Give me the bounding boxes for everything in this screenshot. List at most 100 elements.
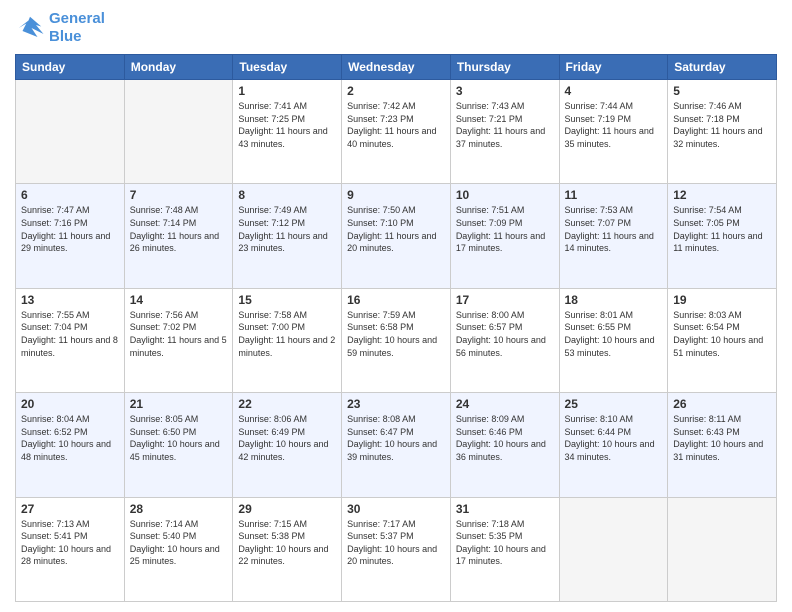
day-number: 16 <box>347 293 445 307</box>
day-number: 20 <box>21 397 119 411</box>
calendar-cell <box>124 80 233 184</box>
calendar-cell: 23Sunrise: 8:08 AM Sunset: 6:47 PM Dayli… <box>342 393 451 497</box>
day-number: 12 <box>673 188 771 202</box>
calendar-week-row: 20 Sunrise: 8:04 AM Sunset: 6:52 PM Dayli… <box>16 393 777 497</box>
day-number: 3 <box>456 84 554 98</box>
day-info: Sunrise: 7:49 AM Sunset: 7:12 PM Dayligh… <box>238 204 336 254</box>
calendar-cell: 2Sunrise: 7:42 AM Sunset: 7:23 PM Daylig… <box>342 80 451 184</box>
day-number: 25 <box>565 397 663 411</box>
calendar-cell: 1 Sunrise: 7:41 AM Sunset: 7:25 PM Daylig… <box>233 80 342 184</box>
day-info: Sunrise: 7:53 AM Sunset: 7:07 PM Dayligh… <box>565 204 663 254</box>
page: General Blue SundayMondayTuesdayWednesda… <box>0 0 792 612</box>
day-number: 22 <box>238 397 336 411</box>
calendar-cell: 11 Sunrise: 7:53 AM Sunset: 7:07 PM Dayli… <box>559 184 668 288</box>
day-info: Sunrise: 7:15 AM Sunset: 5:38 PM Dayligh… <box>238 518 336 568</box>
day-number: 5 <box>673 84 771 98</box>
day-info: Sunrise: 7:13 AM Sunset: 5:41 PM Dayligh… <box>21 518 119 568</box>
calendar-cell: 15 Sunrise: 7:58 AM Sunset: 7:00 PM Dayli… <box>233 288 342 392</box>
day-info: Sunrise: 7:51 AM Sunset: 7:09 PM Dayligh… <box>456 204 554 254</box>
calendar-cell: 3 Sunrise: 7:43 AM Sunset: 7:21 PM Daylig… <box>450 80 559 184</box>
calendar-cell <box>16 80 125 184</box>
calendar-cell: 25Sunrise: 8:10 AM Sunset: 6:44 PM Dayli… <box>559 393 668 497</box>
day-info: Sunrise: 8:01 AM Sunset: 6:55 PM Dayligh… <box>565 309 663 359</box>
calendar-cell: 22 Sunrise: 8:06 AM Sunset: 6:49 PM Dayli… <box>233 393 342 497</box>
day-info: Sunrise: 8:09 AM Sunset: 6:46 PM Dayligh… <box>456 413 554 463</box>
day-info: Sunrise: 7:58 AM Sunset: 7:00 PM Dayligh… <box>238 309 336 359</box>
day-number: 21 <box>130 397 228 411</box>
calendar-cell: 24 Sunrise: 8:09 AM Sunset: 6:46 PM Dayli… <box>450 393 559 497</box>
logo: General Blue <box>15 10 105 46</box>
day-number: 6 <box>21 188 119 202</box>
weekday-header: Tuesday <box>233 55 342 80</box>
calendar-cell: 18 Sunrise: 8:01 AM Sunset: 6:55 PM Dayli… <box>559 288 668 392</box>
day-info: Sunrise: 8:04 AM Sunset: 6:52 PM Dayligh… <box>21 413 119 463</box>
day-number: 11 <box>565 188 663 202</box>
day-info: Sunrise: 8:05 AM Sunset: 6:50 PM Dayligh… <box>130 413 228 463</box>
calendar-cell: 13 Sunrise: 7:55 AM Sunset: 7:04 PM Dayli… <box>16 288 125 392</box>
calendar-cell: 19Sunrise: 8:03 AM Sunset: 6:54 PM Dayli… <box>668 288 777 392</box>
day-info: Sunrise: 7:41 AM Sunset: 7:25 PM Dayligh… <box>238 100 336 150</box>
logo-text: General <box>49 10 105 28</box>
day-number: 15 <box>238 293 336 307</box>
calendar-week-row: 27 Sunrise: 7:13 AM Sunset: 5:41 PM Dayli… <box>16 497 777 601</box>
day-number: 7 <box>130 188 228 202</box>
day-number: 31 <box>456 502 554 516</box>
day-info: Sunrise: 7:54 AM Sunset: 7:05 PM Dayligh… <box>673 204 771 254</box>
calendar-cell: 6Sunrise: 7:47 AM Sunset: 7:16 PM Daylig… <box>16 184 125 288</box>
day-number: 13 <box>21 293 119 307</box>
weekday-header: Friday <box>559 55 668 80</box>
day-number: 30 <box>347 502 445 516</box>
weekday-header: Monday <box>124 55 233 80</box>
calendar-cell: 9 Sunrise: 7:50 AM Sunset: 7:10 PM Daylig… <box>342 184 451 288</box>
day-info: Sunrise: 7:55 AM Sunset: 7:04 PM Dayligh… <box>21 309 119 359</box>
calendar-cell: 5 Sunrise: 7:46 AM Sunset: 7:18 PM Daylig… <box>668 80 777 184</box>
calendar-week-row: 6Sunrise: 7:47 AM Sunset: 7:16 PM Daylig… <box>16 184 777 288</box>
day-info: Sunrise: 7:42 AM Sunset: 7:23 PM Dayligh… <box>347 100 445 150</box>
calendar-cell: 28 Sunrise: 7:14 AM Sunset: 5:40 PM Dayli… <box>124 497 233 601</box>
calendar-cell: 8 Sunrise: 7:49 AM Sunset: 7:12 PM Daylig… <box>233 184 342 288</box>
day-number: 8 <box>238 188 336 202</box>
calendar-week-row: 1 Sunrise: 7:41 AM Sunset: 7:25 PM Daylig… <box>16 80 777 184</box>
day-info: Sunrise: 8:06 AM Sunset: 6:49 PM Dayligh… <box>238 413 336 463</box>
calendar-table: SundayMondayTuesdayWednesdayThursdayFrid… <box>15 54 777 602</box>
day-info: Sunrise: 7:18 AM Sunset: 5:35 PM Dayligh… <box>456 518 554 568</box>
day-number: 10 <box>456 188 554 202</box>
logo-text2: Blue <box>49 28 105 46</box>
day-info: Sunrise: 7:48 AM Sunset: 7:14 PM Dayligh… <box>130 204 228 254</box>
day-info: Sunrise: 7:56 AM Sunset: 7:02 PM Dayligh… <box>130 309 228 359</box>
calendar-cell: 17 Sunrise: 8:00 AM Sunset: 6:57 PM Dayli… <box>450 288 559 392</box>
calendar-cell <box>559 497 668 601</box>
day-info: Sunrise: 7:43 AM Sunset: 7:21 PM Dayligh… <box>456 100 554 150</box>
day-info: Sunrise: 8:11 AM Sunset: 6:43 PM Dayligh… <box>673 413 771 463</box>
calendar-cell: 10 Sunrise: 7:51 AM Sunset: 7:09 PM Dayli… <box>450 184 559 288</box>
calendar-cell: 31 Sunrise: 7:18 AM Sunset: 5:35 PM Dayli… <box>450 497 559 601</box>
day-info: Sunrise: 7:46 AM Sunset: 7:18 PM Dayligh… <box>673 100 771 150</box>
calendar-cell: 29Sunrise: 7:15 AM Sunset: 5:38 PM Dayli… <box>233 497 342 601</box>
calendar-cell: 4 Sunrise: 7:44 AM Sunset: 7:19 PM Daylig… <box>559 80 668 184</box>
day-number: 4 <box>565 84 663 98</box>
day-info: Sunrise: 8:00 AM Sunset: 6:57 PM Dayligh… <box>456 309 554 359</box>
day-number: 24 <box>456 397 554 411</box>
day-number: 18 <box>565 293 663 307</box>
calendar-cell: 16Sunrise: 7:59 AM Sunset: 6:58 PM Dayli… <box>342 288 451 392</box>
calendar-cell: 26 Sunrise: 8:11 AM Sunset: 6:43 PM Dayli… <box>668 393 777 497</box>
weekday-header: Sunday <box>16 55 125 80</box>
calendar-cell: 21 Sunrise: 8:05 AM Sunset: 6:50 PM Dayli… <box>124 393 233 497</box>
calendar-week-row: 13 Sunrise: 7:55 AM Sunset: 7:04 PM Dayli… <box>16 288 777 392</box>
day-number: 1 <box>238 84 336 98</box>
day-number: 14 <box>130 293 228 307</box>
day-number: 17 <box>456 293 554 307</box>
day-info: Sunrise: 7:44 AM Sunset: 7:19 PM Dayligh… <box>565 100 663 150</box>
day-info: Sunrise: 7:50 AM Sunset: 7:10 PM Dayligh… <box>347 204 445 254</box>
day-number: 19 <box>673 293 771 307</box>
day-number: 27 <box>21 502 119 516</box>
calendar-cell <box>668 497 777 601</box>
weekday-header: Wednesday <box>342 55 451 80</box>
day-number: 9 <box>347 188 445 202</box>
weekday-header: Thursday <box>450 55 559 80</box>
calendar-cell: 27 Sunrise: 7:13 AM Sunset: 5:41 PM Dayli… <box>16 497 125 601</box>
day-number: 28 <box>130 502 228 516</box>
day-number: 26 <box>673 397 771 411</box>
logo-bird-icon <box>15 13 45 43</box>
day-info: Sunrise: 7:14 AM Sunset: 5:40 PM Dayligh… <box>130 518 228 568</box>
